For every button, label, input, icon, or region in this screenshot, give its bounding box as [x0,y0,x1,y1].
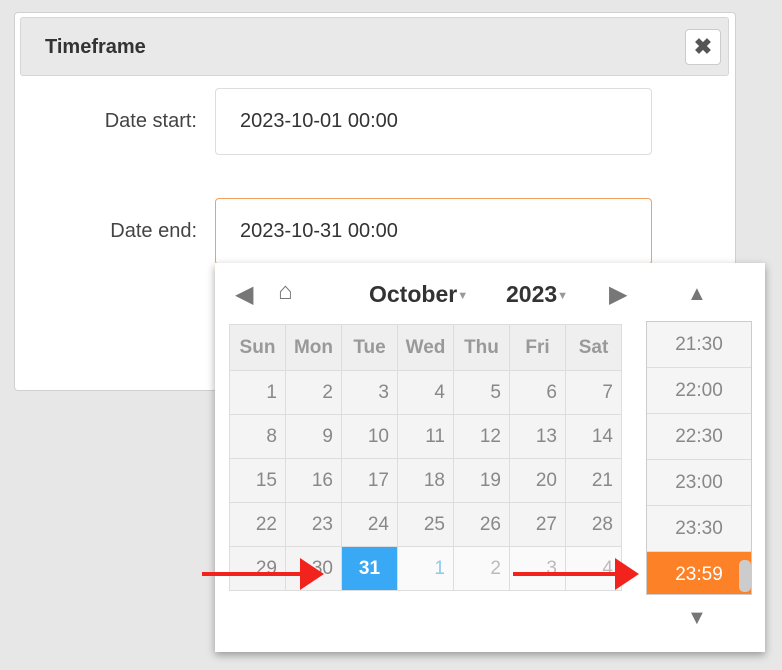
calendar-day[interactable]: 12 [453,414,510,459]
dialog-header: Timeframe ✖ [20,17,729,76]
time-option-selected[interactable]: 23:59 [647,552,751,594]
prev-month-icon[interactable]: ◀ [235,280,253,309]
time-list[interactable]: 21:30 22:00 22:30 23:00 23:30 23:59 [646,321,752,595]
dialog-title: Timeframe [45,36,146,58]
time-scrollbar[interactable] [739,560,751,592]
calendar-day[interactable]: 27 [509,502,566,547]
calendar-day[interactable]: 18 [397,458,454,503]
calendar-day[interactable]: 13 [509,414,566,459]
date-start-input[interactable]: 2023-10-01 00:00 [215,88,652,155]
calendar-day[interactable]: 19 [453,458,510,503]
calendar-day[interactable]: 21 [565,458,622,503]
calendar-day[interactable]: 16 [285,458,342,503]
datetime-picker: ◀ ⌂ October▼ 2023▼ ▶ ▲ Sun Mon Tue Wed Thu Fr… [215,263,765,652]
time-option[interactable]: 21:30 [647,322,751,368]
close-icon[interactable]: ✖ [685,29,721,65]
calendar-day[interactable]: 4 [397,370,454,415]
calendar-day[interactable]: 23 [285,502,342,547]
calendar-week: 15 16 17 18 19 20 21 [229,458,622,503]
calendar-grid: Sun Mon Tue Wed Thu Fri Sat 1 2 3 4 5 6 7 8 9 10 11 12 13 1… [229,324,622,591]
calendar-day[interactable]: 29 [229,546,286,591]
weekday-header: Wed [397,324,454,371]
calendar-day[interactable]: 11 [397,414,454,459]
calendar-day[interactable]: 24 [341,502,398,547]
calendar-day[interactable]: 4 [565,546,622,591]
time-scroll-down-icon[interactable]: ▼ [687,607,707,630]
month-label: October [369,281,458,307]
time-option[interactable]: 22:00 [647,368,751,414]
calendar-day[interactable]: 26 [453,502,510,547]
calendar-day[interactable]: 22 [229,502,286,547]
time-option[interactable]: 23:30 [647,506,751,552]
calendar-day[interactable]: 1 [229,370,286,415]
weekday-header: Thu [453,324,510,371]
year-label: 2023 [506,281,558,307]
time-option[interactable]: 23:00 [647,460,751,506]
calendar-day[interactable]: 9 [285,414,342,459]
weekday-header: Fri [509,324,566,371]
date-start-label: Date start: [104,110,197,132]
calendar-day[interactable]: 6 [509,370,566,415]
weekday-header: Sat [565,324,622,371]
year-select[interactable]: 2023▼ [506,281,568,308]
calendar-day[interactable]: 28 [565,502,622,547]
time-option[interactable]: 22:30 [647,414,751,460]
calendar-day[interactable]: 7 [565,370,622,415]
calendar-day[interactable]: 14 [565,414,622,459]
calendar-day[interactable]: 15 [229,458,286,503]
date-end-input[interactable]: 2023-10-31 00:00 [215,198,652,265]
calendar-week: 22 23 24 25 26 27 28 [229,502,622,547]
time-scroll-up-icon[interactable]: ▲ [687,283,707,306]
month-select[interactable]: October▼ [369,281,468,308]
next-month-icon[interactable]: ▶ [609,280,627,309]
calendar-day[interactable]: 2 [285,370,342,415]
calendar-day-selected[interactable]: 31 [341,546,398,591]
weekday-header: Tue [341,324,398,371]
weekday-header: Mon [285,324,342,371]
annotation-arrow-day [202,558,324,590]
calendar-day[interactable]: 5 [453,370,510,415]
annotation-arrow-time [513,558,639,590]
home-icon[interactable]: ⌂ [278,278,293,306]
calendar-day[interactable]: 25 [397,502,454,547]
date-end-label: Date end: [110,220,197,242]
calendar-day[interactable]: 2 [453,546,510,591]
weekday-header: Sun [229,324,286,371]
calendar-day[interactable]: 20 [509,458,566,503]
calendar-day[interactable]: 3 [509,546,566,591]
calendar-day[interactable]: 3 [341,370,398,415]
calendar-day[interactable]: 8 [229,414,286,459]
calendar-week: 8 9 10 11 12 13 14 [229,414,622,459]
calendar-day[interactable]: 17 [341,458,398,503]
calendar-week: 1234567 [229,370,622,415]
calendar-day[interactable]: 1 [397,546,454,591]
calendar-day[interactable]: 10 [341,414,398,459]
calendar-week: 2930311234 [229,546,622,591]
